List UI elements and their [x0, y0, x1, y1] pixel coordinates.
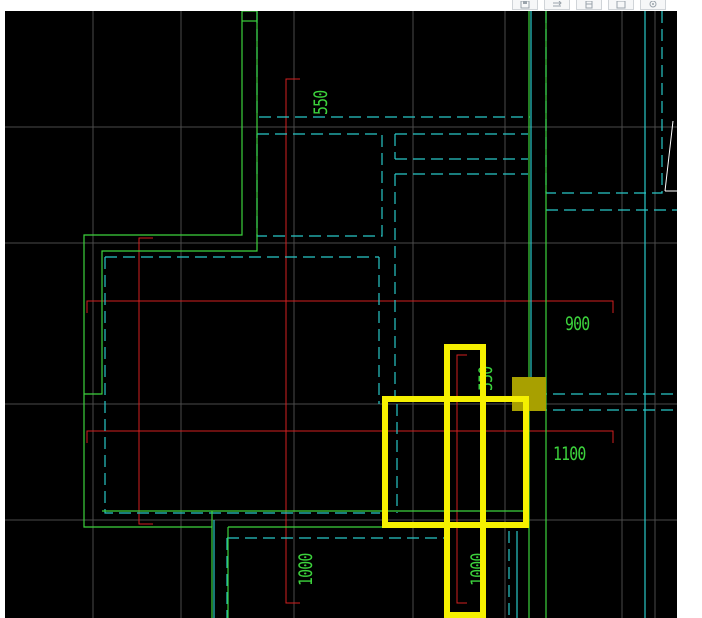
- layers-button[interactable]: [576, 0, 602, 10]
- settings-button[interactable]: [640, 0, 666, 10]
- dimension-label-550-top: 550: [310, 90, 332, 115]
- cad-canvas[interactable]: 550 900 550 1100 1000 1000: [5, 11, 677, 618]
- dimension-label-1100: 1100: [553, 443, 586, 465]
- swap-button[interactable]: [544, 0, 570, 10]
- swap-icon: [553, 1, 562, 7]
- highlight-horizontal[interactable]: [382, 396, 529, 528]
- window-icon: [616, 1, 626, 9]
- dimension-label-900: 900: [565, 313, 590, 335]
- edge-ticks: [664, 120, 677, 192]
- dimension-label-1000-left: 1000: [295, 553, 317, 586]
- axis-lines: [86, 78, 614, 604]
- settings-icon: [649, 1, 657, 8]
- save-icon: [520, 1, 530, 9]
- save-button[interactable]: [512, 0, 538, 10]
- window-button[interactable]: [608, 0, 634, 10]
- cad-toolbar: [512, 0, 678, 10]
- layers-icon: [585, 1, 593, 9]
